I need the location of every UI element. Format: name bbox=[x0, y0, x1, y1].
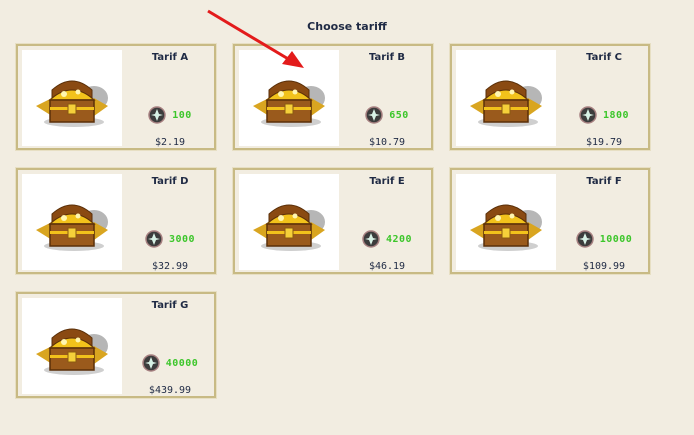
coin-amount: 10000 bbox=[599, 233, 633, 245]
coin-amount-row: 1800 bbox=[560, 106, 648, 124]
tariff-image bbox=[239, 50, 339, 146]
gem-coin-icon bbox=[365, 106, 383, 124]
tariff-image bbox=[239, 174, 339, 270]
coin-amount: 3000 bbox=[168, 233, 196, 245]
coin-amount: 1800 bbox=[602, 109, 630, 121]
tariff-card-a[interactable]: Tarif A 100 $2.19 bbox=[15, 43, 217, 151]
treasure-chest-icon bbox=[470, 80, 542, 127]
tariff-card-g[interactable]: Tarif G 40000 $439.99 bbox=[15, 291, 217, 399]
tariff-image bbox=[456, 174, 556, 270]
gem-coin-icon bbox=[575, 230, 594, 248]
tariff-image bbox=[22, 174, 122, 270]
tariff-card-b[interactable]: Tarif B 650 $10.79 bbox=[232, 43, 434, 151]
tariff-name: Tarif B bbox=[368, 52, 406, 63]
tariff-price: $2.19 bbox=[154, 137, 186, 148]
tariff-price: $46.19 bbox=[368, 261, 406, 272]
coin-amount-row: 650 bbox=[343, 106, 431, 124]
treasure-chest-icon bbox=[470, 204, 542, 251]
tariff-card-e[interactable]: Tarif E 4200 $46.19 bbox=[232, 167, 434, 275]
treasure-chest-icon bbox=[253, 80, 325, 127]
treasure-chest-icon bbox=[253, 204, 325, 251]
gem-coin-icon bbox=[141, 354, 160, 372]
gem-coin-icon bbox=[579, 106, 597, 124]
gem-coin-icon bbox=[145, 230, 163, 248]
treasure-chest-icon bbox=[36, 328, 108, 375]
coin-amount-row: 3000 bbox=[126, 230, 214, 248]
coin-amount-row: 4200 bbox=[343, 230, 431, 248]
tariff-price: $19.79 bbox=[585, 137, 623, 148]
tariff-image bbox=[456, 50, 556, 146]
tariff-price: $10.79 bbox=[368, 137, 406, 148]
tariff-price: $32.99 bbox=[151, 261, 189, 272]
coin-amount-row: 40000 bbox=[126, 354, 214, 372]
coin-amount: 4200 bbox=[385, 233, 413, 245]
tariff-price: $109.99 bbox=[582, 261, 626, 272]
tariff-name: Tarif G bbox=[151, 300, 189, 311]
tariff-image bbox=[22, 298, 122, 394]
tariff-price: $439.99 bbox=[148, 385, 192, 396]
tariff-name: Tarif F bbox=[586, 176, 622, 187]
coin-amount-row: 10000 bbox=[560, 230, 648, 248]
gem-coin-icon bbox=[148, 106, 166, 124]
tariff-name: Tarif A bbox=[151, 52, 189, 63]
gem-coin-icon bbox=[362, 230, 380, 248]
coin-amount: 40000 bbox=[165, 357, 199, 369]
treasure-chest-icon bbox=[36, 80, 108, 127]
tariff-card-c[interactable]: Tarif C 1800 $19.79 bbox=[449, 43, 651, 151]
coin-amount: 650 bbox=[389, 109, 409, 121]
treasure-chest-icon bbox=[36, 204, 108, 251]
tariff-name: Tarif E bbox=[369, 176, 405, 187]
tariff-image bbox=[22, 50, 122, 146]
tariff-card-d[interactable]: Tarif D 3000 $32.99 bbox=[15, 167, 217, 275]
tariff-name: Tarif D bbox=[151, 176, 189, 187]
coin-amount-row: 100 bbox=[126, 106, 214, 124]
tariff-name: Tarif C bbox=[586, 52, 622, 63]
page-title: Choose tariff bbox=[307, 20, 387, 33]
tariff-card-f[interactable]: Tarif F 10000 $109.99 bbox=[449, 167, 651, 275]
coin-amount: 100 bbox=[172, 109, 192, 121]
